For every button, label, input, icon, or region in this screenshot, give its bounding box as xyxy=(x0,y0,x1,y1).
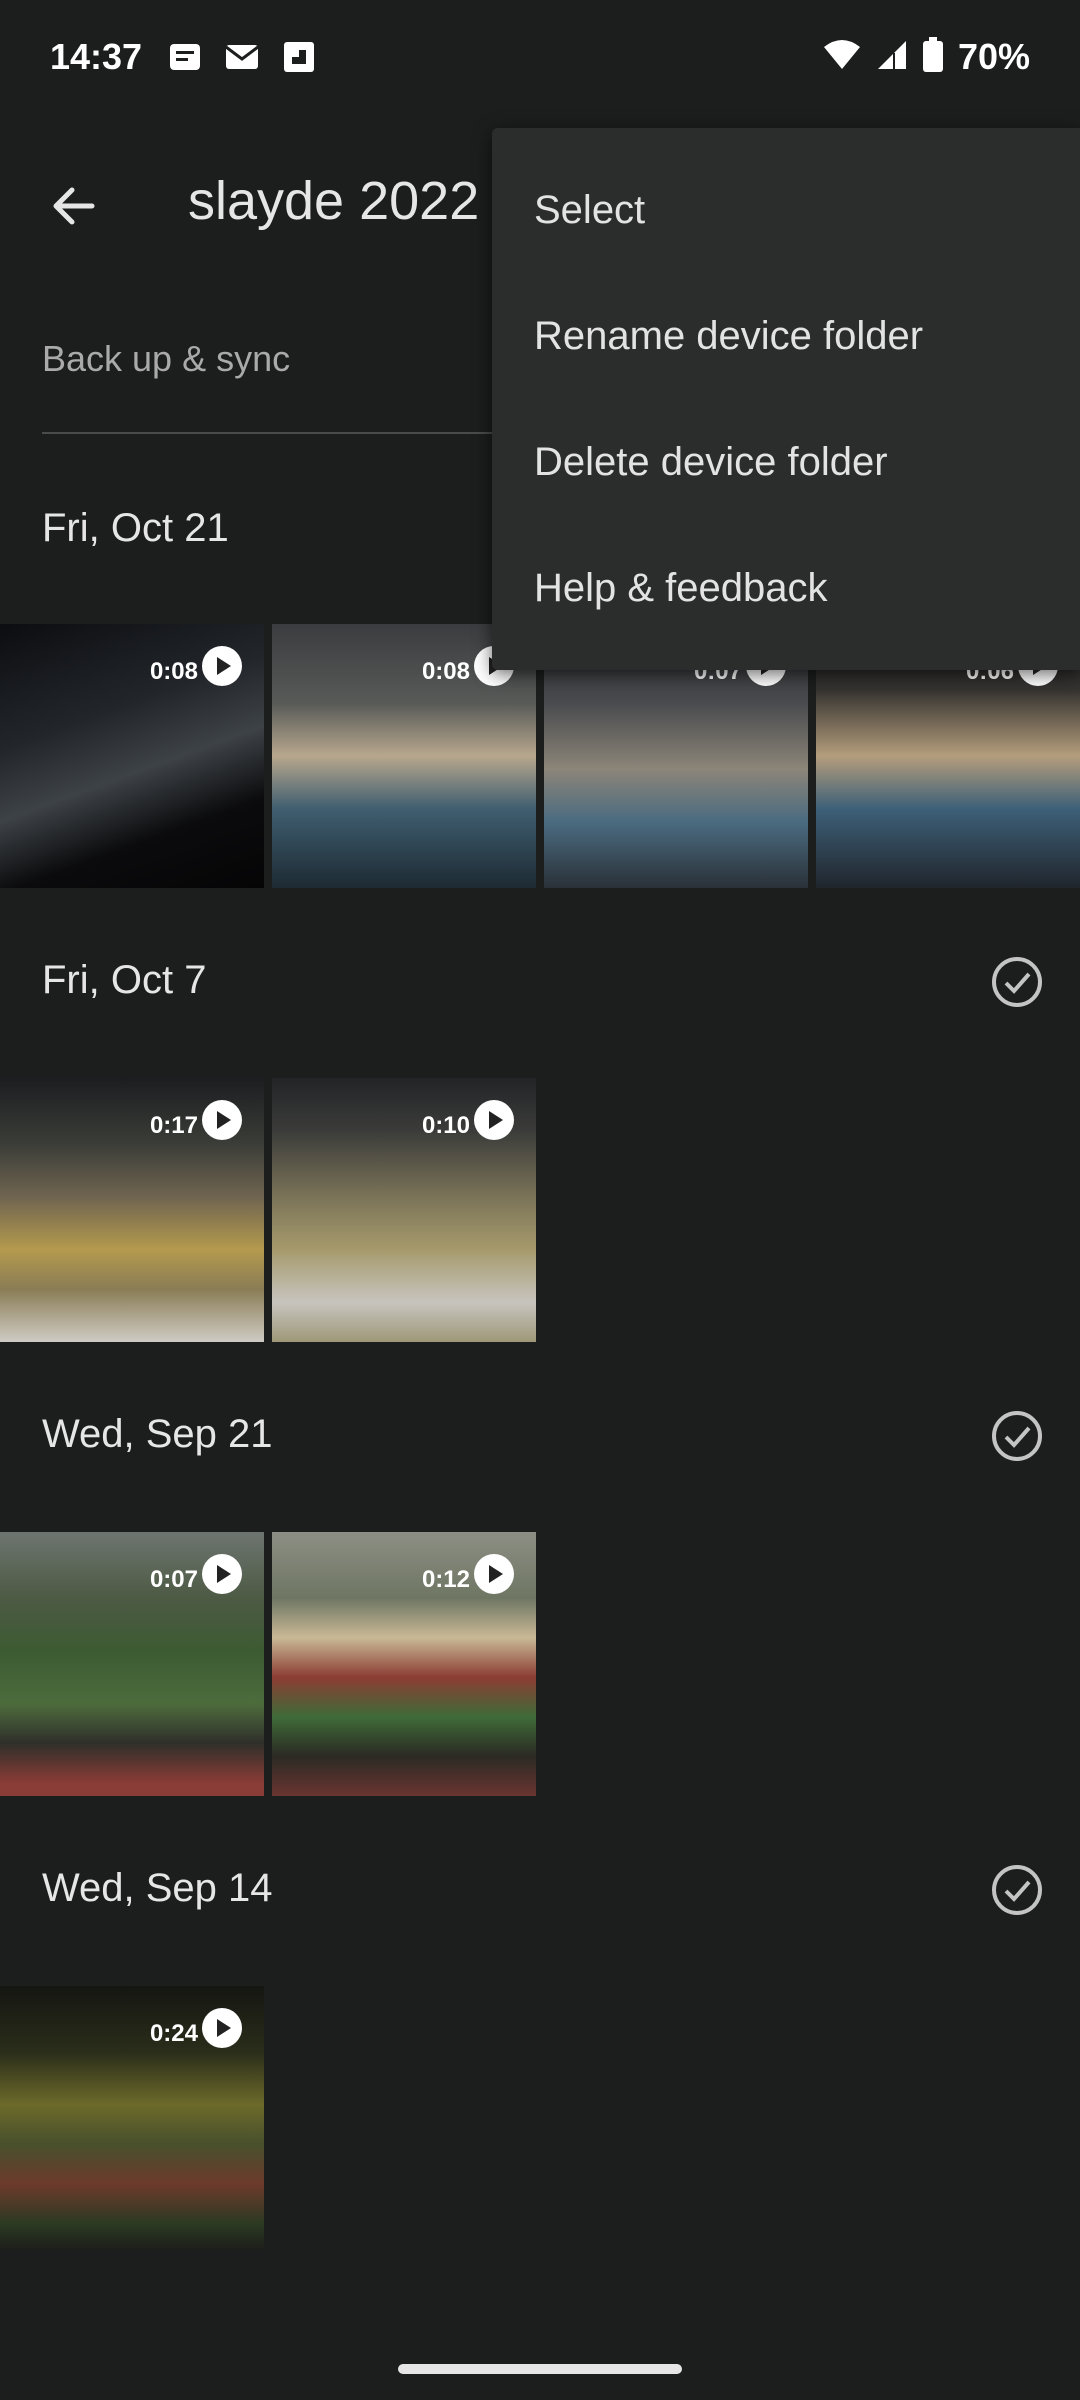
folder-title: slayde 2022 xyxy=(188,171,480,231)
play-icon xyxy=(474,1100,514,1140)
video-thumbnail[interactable]: 0:07 xyxy=(0,1532,264,1796)
flipboard-icon xyxy=(282,40,316,79)
menu-item-select[interactable]: Select xyxy=(534,188,645,233)
battery-icon xyxy=(922,36,944,78)
video-thumbnail[interactable]: 0:12 xyxy=(272,1532,536,1796)
video-thumbnail[interactable]: 0:10 xyxy=(272,1078,536,1342)
arrow-back-icon xyxy=(53,187,95,225)
menu-item-help-feedback[interactable]: Help & feedback xyxy=(534,566,828,611)
section-date: Wed, Sep 14 xyxy=(42,1866,273,1910)
status-bar: 14:37 70% xyxy=(0,0,1080,120)
video-duration: 0:08 xyxy=(421,658,470,685)
signal-icon xyxy=(876,39,908,76)
play-icon xyxy=(202,646,242,686)
play-icon xyxy=(202,1100,242,1140)
select-all-check-icon[interactable] xyxy=(990,1409,1044,1463)
play-icon xyxy=(202,1554,242,1594)
section-date: Fri, Oct 21 xyxy=(42,506,229,550)
video-duration: 0:08 xyxy=(149,658,198,685)
back-button[interactable] xyxy=(44,176,104,236)
video-thumbnail[interactable]: 0:24 xyxy=(0,1986,264,2250)
video-duration: 0:17 xyxy=(149,1112,198,1139)
backup-sync-toggle[interactable]: Back up & sync xyxy=(42,338,290,380)
wifi-icon xyxy=(822,39,862,76)
battery-percent: 70% xyxy=(957,36,1030,77)
select-all-check-icon[interactable] xyxy=(990,955,1044,1009)
home-indicator[interactable] xyxy=(398,2364,682,2374)
select-all-check-icon[interactable] xyxy=(990,1863,1044,1917)
menu-item-delete-folder[interactable]: Delete device folder xyxy=(534,440,888,485)
menu-item-rename-folder[interactable]: Rename device folder xyxy=(534,314,923,359)
video-duration: 0:12 xyxy=(421,1566,470,1593)
video-thumbnail[interactable]: 0:17 xyxy=(0,1078,264,1342)
play-icon xyxy=(202,2008,242,2048)
video-duration: 0:24 xyxy=(149,2020,198,2047)
status-time: 14:37 xyxy=(50,36,143,77)
mail-icon xyxy=(224,40,260,79)
video-duration: 0:07 xyxy=(149,1566,198,1593)
overflow-menu: Select Rename device folder Delete devic… xyxy=(492,128,1080,670)
section-date: Wed, Sep 21 xyxy=(42,1412,273,1456)
section-date: Fri, Oct 7 xyxy=(42,958,207,1002)
notification-icon xyxy=(168,40,202,79)
video-duration: 0:10 xyxy=(421,1112,470,1139)
play-icon xyxy=(474,1554,514,1594)
video-thumbnail[interactable]: 0:08 xyxy=(0,624,264,888)
